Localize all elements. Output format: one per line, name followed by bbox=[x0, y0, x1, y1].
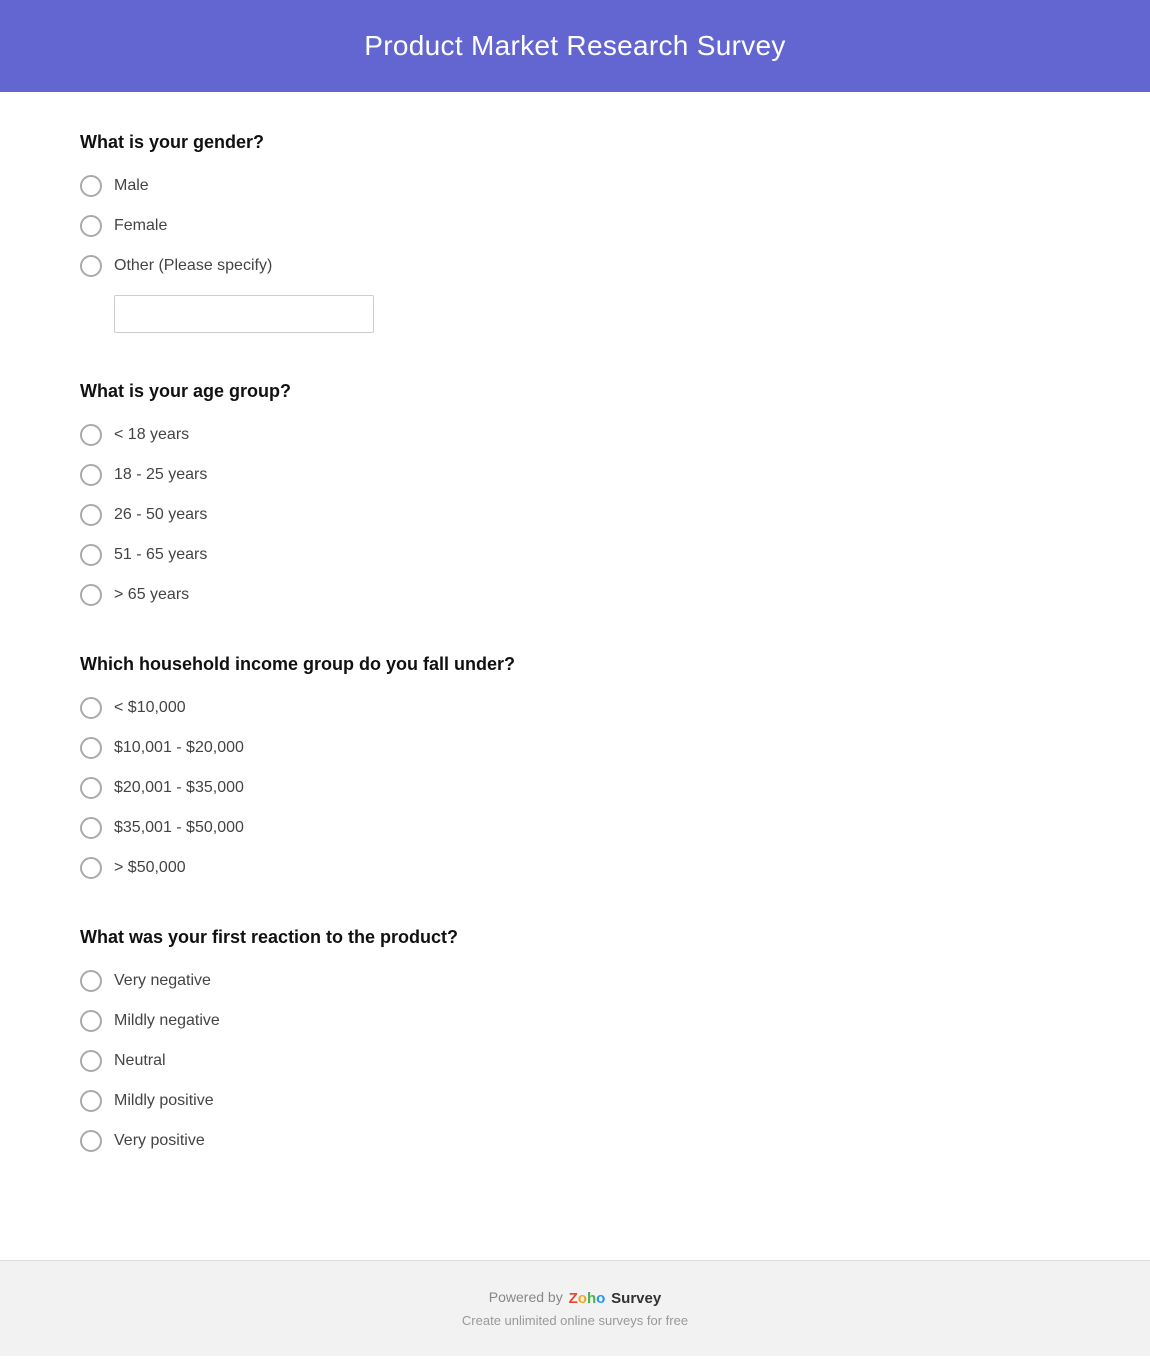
option-row: Neutral bbox=[80, 1050, 1070, 1072]
option-income-20k-35k-label: $20,001 - $35,000 bbox=[114, 779, 244, 797]
option-income-under10k-label: < $10,000 bbox=[114, 699, 186, 717]
option-row: 51 - 65 years bbox=[80, 544, 1070, 566]
option-age-over65-label: > 65 years bbox=[114, 586, 189, 604]
radio-very-positive[interactable] bbox=[80, 1130, 102, 1152]
powered-by-text: Powered by bbox=[489, 1289, 563, 1305]
option-other-label: Other (Please specify) bbox=[114, 257, 272, 275]
zoho-h: h bbox=[587, 1290, 596, 1307]
option-row: Female bbox=[80, 215, 1070, 237]
radio-male[interactable] bbox=[80, 175, 102, 197]
zoho-o: o bbox=[578, 1290, 587, 1307]
option-female-label: Female bbox=[114, 217, 167, 235]
survey-body: What is your gender? Male Female Other (… bbox=[0, 92, 1150, 1260]
question-age-label: What is your age group? bbox=[80, 381, 1070, 402]
option-age-51-65-label: 51 - 65 years bbox=[114, 546, 207, 564]
footer-powered-by: Powered by Zoho Survey bbox=[20, 1289, 1130, 1307]
option-row: 26 - 50 years bbox=[80, 504, 1070, 526]
option-row: $10,001 - $20,000 bbox=[80, 737, 1070, 759]
radio-income-20k-35k[interactable] bbox=[80, 777, 102, 799]
radio-age-26-50[interactable] bbox=[80, 504, 102, 526]
question-income-label: Which household income group do you fall… bbox=[80, 654, 1070, 675]
option-income-10k-20k-label: $10,001 - $20,000 bbox=[114, 739, 244, 757]
option-row: Mildly negative bbox=[80, 1010, 1070, 1032]
radio-age-over65[interactable] bbox=[80, 584, 102, 606]
radio-other[interactable] bbox=[80, 255, 102, 277]
zoho-logo: Zoho bbox=[569, 1290, 606, 1307]
radio-female[interactable] bbox=[80, 215, 102, 237]
radio-income-under10k[interactable] bbox=[80, 697, 102, 719]
option-row: Mildly positive bbox=[80, 1090, 1070, 1112]
option-row: < $10,000 bbox=[80, 697, 1070, 719]
option-row: Male bbox=[80, 175, 1070, 197]
option-row: 18 - 25 years bbox=[80, 464, 1070, 486]
other-specify-input[interactable] bbox=[114, 295, 374, 333]
option-row: Very positive bbox=[80, 1130, 1070, 1152]
question-gender: What is your gender? Male Female Other (… bbox=[80, 132, 1070, 333]
zoho-z: Z bbox=[569, 1290, 578, 1307]
radio-income-over50k[interactable] bbox=[80, 857, 102, 879]
question-age: What is your age group? < 18 years 18 - … bbox=[80, 381, 1070, 606]
question-reaction: What was your first reaction to the prod… bbox=[80, 927, 1070, 1152]
question-reaction-label: What was your first reaction to the prod… bbox=[80, 927, 1070, 948]
option-very-negative-label: Very negative bbox=[114, 972, 211, 990]
option-age-under18-label: < 18 years bbox=[114, 426, 189, 444]
option-row: Very negative bbox=[80, 970, 1070, 992]
radio-age-51-65[interactable] bbox=[80, 544, 102, 566]
option-income-35k-50k-label: $35,001 - $50,000 bbox=[114, 819, 244, 837]
survey-header: Product Market Research Survey bbox=[0, 0, 1150, 92]
survey-footer: Powered by Zoho Survey Create unlimited … bbox=[0, 1260, 1150, 1356]
radio-income-10k-20k[interactable] bbox=[80, 737, 102, 759]
radio-mildly-positive[interactable] bbox=[80, 1090, 102, 1112]
option-row: < 18 years bbox=[80, 424, 1070, 446]
footer-tagline: Create unlimited online surveys for free bbox=[20, 1313, 1130, 1328]
option-mildly-negative-label: Mildly negative bbox=[114, 1012, 220, 1030]
option-male-label: Male bbox=[114, 177, 149, 195]
option-income-over50k-label: > $50,000 bbox=[114, 859, 186, 877]
option-very-positive-label: Very positive bbox=[114, 1132, 205, 1150]
survey-text: Survey bbox=[611, 1290, 661, 1307]
option-row: $35,001 - $50,000 bbox=[80, 817, 1070, 839]
radio-income-35k-50k[interactable] bbox=[80, 817, 102, 839]
question-gender-label: What is your gender? bbox=[80, 132, 1070, 153]
survey-title: Product Market Research Survey bbox=[20, 30, 1130, 62]
option-row: > 65 years bbox=[80, 584, 1070, 606]
question-income: Which household income group do you fall… bbox=[80, 654, 1070, 879]
option-mildly-positive-label: Mildly positive bbox=[114, 1092, 214, 1110]
option-age-18-25-label: 18 - 25 years bbox=[114, 466, 207, 484]
zoho-o2: o bbox=[596, 1290, 605, 1307]
radio-age-18-25[interactable] bbox=[80, 464, 102, 486]
radio-neutral[interactable] bbox=[80, 1050, 102, 1072]
option-neutral-label: Neutral bbox=[114, 1052, 166, 1070]
option-age-26-50-label: 26 - 50 years bbox=[114, 506, 207, 524]
option-row: $20,001 - $35,000 bbox=[80, 777, 1070, 799]
radio-age-under18[interactable] bbox=[80, 424, 102, 446]
radio-mildly-negative[interactable] bbox=[80, 1010, 102, 1032]
option-row: > $50,000 bbox=[80, 857, 1070, 879]
radio-very-negative[interactable] bbox=[80, 970, 102, 992]
option-row: Other (Please specify) bbox=[80, 255, 1070, 277]
